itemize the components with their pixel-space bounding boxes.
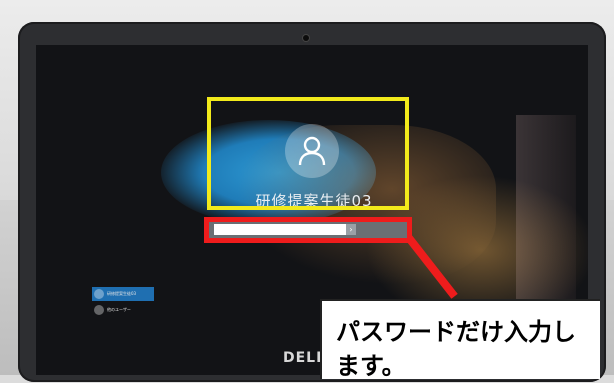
user-icon: [94, 305, 104, 315]
user-list-item-current[interactable]: 研修提案生徒03: [92, 287, 154, 301]
webcam-icon: [303, 35, 309, 41]
arrow-right-icon[interactable]: ›: [346, 224, 356, 235]
instruction-text: パスワードだけ入力します。: [336, 318, 576, 380]
instruction-callout: パスワードだけ入力します。: [320, 299, 600, 380]
user-icon: [94, 289, 104, 299]
screen-reflection: [516, 115, 576, 315]
user-highlight-box: [207, 97, 409, 210]
user-list-label: 研修提案生徒03: [107, 291, 137, 296]
user-list-label: 他のユーザー: [107, 307, 131, 312]
password-input[interactable]: [214, 224, 346, 235]
user-list-item-other[interactable]: 他のユーザー: [92, 303, 154, 317]
